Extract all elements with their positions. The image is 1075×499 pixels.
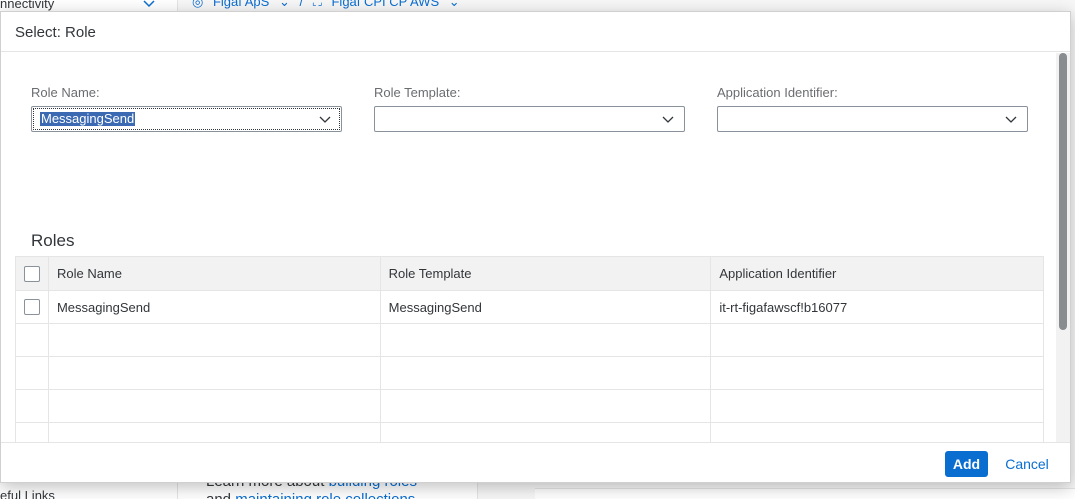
cancel-button[interactable]: Cancel <box>998 451 1056 477</box>
cell-application-identifier: it-rt-figafawscf!b16077 <box>711 291 1044 323</box>
empty-cell <box>16 390 49 422</box>
empty-cell <box>16 357 49 389</box>
dialog-title: Select: Role <box>15 24 96 41</box>
maintaining-role-collections-link[interactable]: maintaining role collections <box>235 491 415 499</box>
table-row-empty <box>16 357 1044 390</box>
select-all-checkbox[interactable] <box>23 265 40 282</box>
empty-cell <box>381 390 712 422</box>
table-row[interactable]: MessagingSend MessagingSend it-rt-figafa… <box>16 291 1044 324</box>
add-button[interactable]: Add <box>945 451 988 477</box>
breadcrumb-separator: / <box>299 0 304 9</box>
empty-cell <box>16 423 49 444</box>
empty-cell <box>49 423 381 444</box>
sidebar-item-useful-links[interactable]: eful Links <box>0 488 55 499</box>
application-identifier-filter: Application Identifier: <box>717 85 1028 132</box>
chevron-down-icon[interactable]: ⌄ <box>279 0 290 9</box>
empty-cell <box>381 423 712 444</box>
application-identifier-select[interactable] <box>717 106 1028 132</box>
empty-cell <box>16 324 49 356</box>
column-header-role-template[interactable]: Role Template <box>381 257 712 290</box>
chevron-down-icon[interactable] <box>661 112 675 126</box>
column-header-role-name[interactable]: Role Name <box>49 257 381 290</box>
scrollbar-thumb[interactable] <box>1059 53 1067 330</box>
empty-cell <box>711 423 1044 444</box>
role-template-select[interactable] <box>374 106 685 132</box>
breadcrumb-item-subaccount[interactable]: Figaf CPI CP AWS <box>331 0 439 9</box>
column-header-application-identifier[interactable]: Application Identifier <box>711 257 1044 290</box>
select-all-cell <box>16 257 49 290</box>
breadcrumb-item-account[interactable]: Figaf ApS <box>213 0 269 9</box>
role-template-label: Role Template: <box>374 85 461 100</box>
background-panel-right <box>535 488 1075 499</box>
roles-table: Role Name Role Template Application Iden… <box>15 256 1044 444</box>
cell-role-template: MessagingSend <box>381 291 712 323</box>
empty-cell <box>381 357 712 389</box>
vertical-scrollbar[interactable] <box>1056 53 1070 444</box>
subaccount-icon: ⛶ <box>312 0 322 9</box>
roles-section-title: Roles <box>31 231 75 250</box>
select-role-dialog: Select: Role Role Name: MessagingSend Ro… <box>0 11 1071 483</box>
chevron-down-icon[interactable] <box>318 112 332 126</box>
chevron-down-icon[interactable]: ⌄ <box>449 0 460 9</box>
sidebar-item-connectivity[interactable]: nnectivity <box>0 0 54 11</box>
row-select-cell <box>16 291 49 323</box>
chevron-down-icon[interactable] <box>1004 112 1018 126</box>
dialog-header: Select: Role <box>1 12 1070 52</box>
globe-icon: ◎ <box>192 0 204 9</box>
table-row-empty <box>16 324 1044 357</box>
cell-role-name: MessagingSend <box>49 291 381 323</box>
empty-cell <box>711 357 1044 389</box>
breadcrumb: ◎ Figaf ApS ⌄ / ⛶ Figaf CPI CP AWS ⌄ <box>192 0 466 10</box>
empty-cell <box>49 324 381 356</box>
table-header-row: Role Name Role Template Application Iden… <box>16 256 1044 291</box>
role-template-filter: Role Template: <box>374 85 685 132</box>
dialog-footer: Add Cancel <box>1 442 1070 482</box>
learn-more-and: and <box>206 491 231 499</box>
dialog-body: Role Name: MessagingSend Role Template: … <box>1 53 1057 444</box>
empty-cell <box>711 324 1044 356</box>
empty-cell <box>49 357 381 389</box>
empty-cell <box>49 390 381 422</box>
empty-cell <box>711 390 1044 422</box>
application-identifier-label: Application Identifier: <box>717 85 838 100</box>
role-name-filter: Role Name: MessagingSend <box>31 85 342 132</box>
empty-cell <box>381 324 712 356</box>
table-row-empty <box>16 390 1044 423</box>
role-name-label: Role Name: <box>31 85 100 100</box>
row-checkbox[interactable] <box>23 299 40 315</box>
role-name-value[interactable]: MessagingSend <box>40 112 136 126</box>
role-name-select[interactable]: MessagingSend <box>31 106 342 132</box>
table-row-empty <box>16 423 1044 444</box>
